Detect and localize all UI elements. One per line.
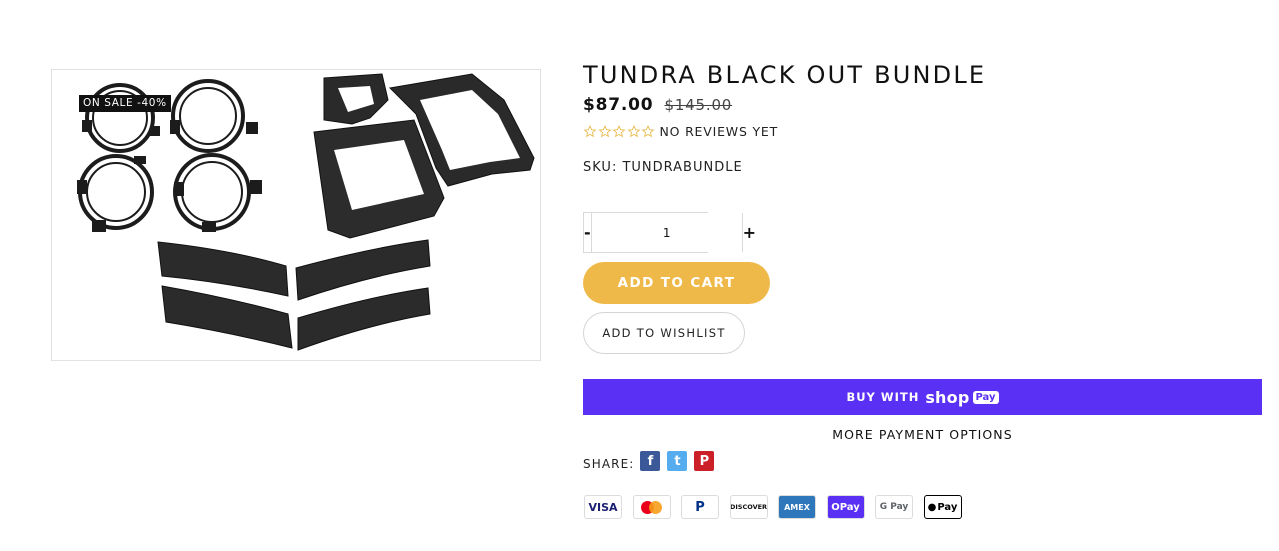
quantity-input[interactable] (590, 213, 743, 252)
star-outline-icon (627, 125, 640, 138)
shop-logo-text: shop (925, 387, 970, 407)
buy-with-label: BUY WITH (846, 390, 920, 404)
product-title: TUNDRA BLACK OUT BUNDLE (583, 61, 987, 89)
google-pay-icon: G Pay (875, 495, 913, 519)
product-info: TUNDRA BLACK OUT BUNDLE $87.00 $145.00 N… (583, 0, 1263, 551)
facebook-icon[interactable]: f (640, 451, 661, 471)
discover-icon: DISCOVER (729, 495, 768, 519)
sku: SKU: TUNDRABUNDLE (583, 160, 743, 175)
product-image[interactable]: ON SALE -40% (51, 69, 541, 361)
shop-pay-icon: OPay (826, 495, 865, 519)
sale-badge: ON SALE -40% (79, 95, 171, 112)
pay-logo-text: Pay (972, 390, 999, 404)
amex-icon: AMEX (778, 495, 816, 519)
paypal-icon: P (681, 495, 719, 519)
increase-quantity-button[interactable]: + (743, 213, 756, 252)
compare-price: $145.00 (664, 96, 733, 114)
star-outline-icon (583, 125, 597, 138)
twitter-icon[interactable]: t (667, 451, 688, 471)
apple-pay-icon: ● Pay (923, 495, 962, 519)
reviews-count-text: NO REVIEWS YET (659, 124, 779, 139)
sale-price: $87.00 (583, 95, 654, 115)
star-rating (583, 125, 656, 138)
star-outline-icon (612, 125, 626, 138)
payment-methods: VISA P DISCOVER AMEX OPay G Pay ● Pay (584, 495, 972, 519)
star-outline-icon (641, 125, 655, 138)
price-row: $87.00 $145.00 (583, 95, 732, 115)
add-to-wishlist-button[interactable]: ADD TO WISHLIST (583, 312, 745, 354)
mastercard-icon (632, 495, 671, 519)
share-row: SHARE: f t P (583, 451, 721, 471)
visa-icon: VISA (584, 495, 622, 519)
decrease-quantity-button[interactable]: - (584, 213, 591, 252)
buy-with-shop-pay-button[interactable]: BUY WITH shop Pay (583, 379, 1262, 415)
add-to-cart-button[interactable]: ADD TO CART (583, 262, 770, 304)
star-outline-icon (598, 125, 611, 138)
more-payment-options-link[interactable]: MORE PAYMENT OPTIONS (583, 427, 1262, 442)
quantity-stepper: - + (583, 212, 756, 253)
reviews-summary[interactable]: NO REVIEWS YET (583, 124, 778, 139)
share-label: SHARE: (583, 457, 635, 471)
product-photo-illustration (77, 73, 535, 351)
pinterest-icon[interactable]: P (694, 451, 715, 471)
